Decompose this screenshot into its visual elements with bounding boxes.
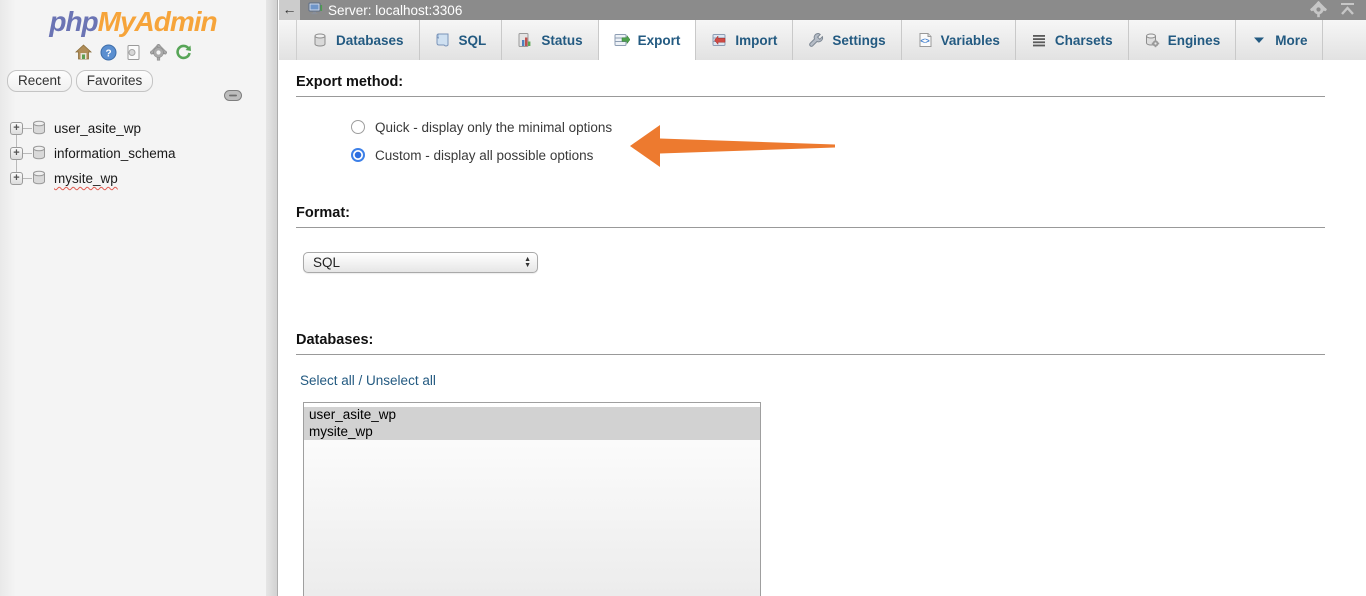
panel-resize-handle[interactable] xyxy=(266,0,278,596)
select-all-link[interactable]: Select all xyxy=(300,373,355,388)
phpmyadmin-logo[interactable]: phpMyAdmin xyxy=(0,0,266,38)
tab-sql[interactable]: SQL xyxy=(420,20,503,60)
tab-more[interactable]: More xyxy=(1236,20,1323,60)
listbox-option[interactable]: mysite_wp xyxy=(304,424,760,441)
server-label[interactable]: Server: localhost:3306 xyxy=(328,3,462,18)
server-icon xyxy=(308,2,323,18)
collapse-icon[interactable] xyxy=(1339,1,1356,18)
favorites-button[interactable]: Favorites xyxy=(76,70,154,92)
help-icon[interactable]: ? xyxy=(100,44,117,61)
chevron-down-icon xyxy=(1251,32,1267,48)
databases-heading: Databases: xyxy=(296,332,1325,355)
database-tree: + user_asite_wp + information_schema + m… xyxy=(0,116,266,191)
back-button[interactable]: ← xyxy=(279,0,300,20)
tab-import[interactable]: Import xyxy=(696,20,793,60)
format-heading: Format: xyxy=(296,205,1325,228)
import-icon xyxy=(711,32,727,48)
expand-icon[interactable]: + xyxy=(10,122,23,135)
database-icon xyxy=(32,170,46,188)
select-links: Select all / Unselect all xyxy=(300,373,1325,388)
link-icon[interactable] xyxy=(224,89,242,104)
svg-text:?: ? xyxy=(105,49,111,60)
status-chart-icon xyxy=(517,32,533,48)
charsets-icon xyxy=(1031,32,1047,48)
topbar-right-icons xyxy=(1310,1,1356,18)
svg-text:<>: <> xyxy=(920,37,930,46)
tab-export[interactable]: Export xyxy=(599,20,697,60)
export-method-options: Quick - display only the minimal options… xyxy=(351,113,1325,169)
tab-databases[interactable]: Databases xyxy=(297,20,420,60)
radio-custom[interactable]: Custom - display all possible options xyxy=(351,141,1325,169)
tab-charsets[interactable]: Charsets xyxy=(1016,20,1129,60)
database-icon xyxy=(312,32,328,48)
logo-part-myadmin: MyAdmin xyxy=(98,6,217,37)
wrench-icon xyxy=(808,32,824,48)
docs-icon[interactable] xyxy=(125,44,142,61)
tree-item-mysite-wp[interactable]: + mysite_wp xyxy=(0,166,266,191)
database-icon xyxy=(32,120,46,138)
logo-part-php: php xyxy=(49,6,97,37)
database-icon xyxy=(32,145,46,163)
home-icon[interactable] xyxy=(75,44,92,61)
databases-listbox[interactable]: user_asite_wp mysite_wp xyxy=(303,402,761,596)
database-name[interactable]: mysite_wp xyxy=(54,171,118,186)
tab-engines[interactable]: Engines xyxy=(1129,20,1237,60)
page-settings-gear-icon[interactable] xyxy=(1310,1,1327,18)
expand-icon[interactable]: + xyxy=(10,172,23,185)
engines-icon xyxy=(1144,32,1160,48)
sidebar-icon-toolbar: ? xyxy=(0,44,266,61)
radio-quick-circle[interactable] xyxy=(351,120,365,134)
sql-icon xyxy=(435,32,451,48)
tree-item-information-schema[interactable]: + information_schema xyxy=(0,141,266,166)
export-page-content: Export method: Quick - display only the … xyxy=(279,74,1366,596)
refresh-icon[interactable] xyxy=(175,44,192,61)
format-selected-value: SQL xyxy=(313,255,524,270)
tab-status[interactable]: Status xyxy=(502,20,598,60)
tree-item-user-asite-wp[interactable]: + user_asite_wp xyxy=(0,116,266,141)
database-name[interactable]: information_schema xyxy=(54,146,176,161)
tab-settings[interactable]: Settings xyxy=(793,20,901,60)
main-panel: ← Server: localhost:3306 Databases xyxy=(279,0,1366,596)
expand-icon[interactable]: + xyxy=(10,147,23,160)
radio-custom-circle[interactable] xyxy=(351,148,365,162)
format-select[interactable]: SQL ▲▼ xyxy=(303,252,538,273)
gear-icon[interactable] xyxy=(150,44,167,61)
export-method-heading: Export method: xyxy=(296,74,1325,97)
server-breadcrumb-bar: ← Server: localhost:3306 xyxy=(279,0,1366,20)
database-name[interactable]: user_asite_wp xyxy=(54,121,141,136)
server-bar: Server: localhost:3306 xyxy=(300,0,1366,20)
select-arrows-icon: ▲▼ xyxy=(524,257,531,268)
radio-quick[interactable]: Quick - display only the minimal options xyxy=(351,113,1325,141)
listbox-option[interactable]: user_asite_wp xyxy=(304,407,760,424)
export-icon xyxy=(614,32,630,48)
variables-icon: <> xyxy=(917,32,933,48)
tab-variables[interactable]: <> Variables xyxy=(902,20,1016,60)
unselect-all-link[interactable]: Unselect all xyxy=(366,373,436,388)
recent-button[interactable]: Recent xyxy=(7,70,72,92)
main-tabbar: Databases SQL Status Export Import xyxy=(279,20,1366,60)
navigation-panel: phpMyAdmin ? Recent Favorites + xyxy=(0,0,266,596)
